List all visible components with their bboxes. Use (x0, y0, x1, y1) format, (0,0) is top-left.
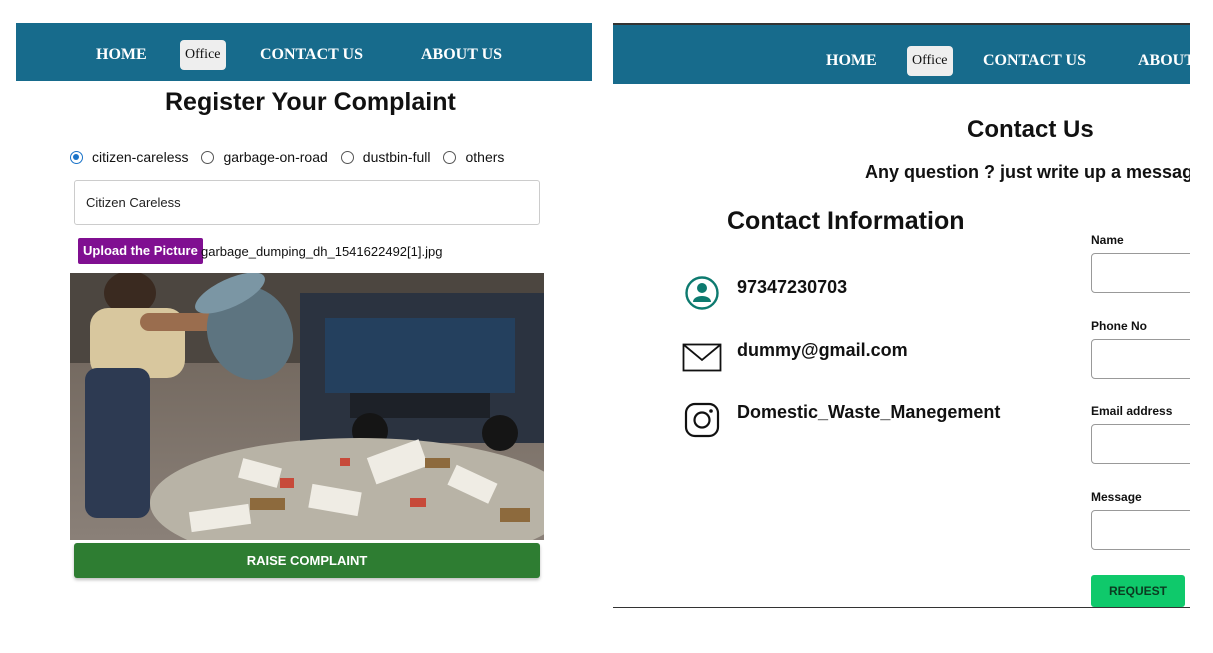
contact-subtitle: Any question ? just write up a message (865, 162, 1190, 182)
mail-icon (682, 343, 722, 372)
nav-office[interactable]: Office (180, 40, 226, 70)
radio-button[interactable] (201, 150, 215, 164)
radio-citizen-careless[interactable]: citizen-careless (70, 149, 188, 165)
person-circle-icon (685, 276, 719, 310)
message-label: Message (1091, 490, 1142, 504)
upload-picture-button[interactable]: Upload the Picture (78, 238, 203, 264)
contact-phone: 97347230703 (737, 277, 848, 297)
radio-dustbin-full[interactable]: dustbin-full (340, 149, 431, 165)
instagram-icon (684, 402, 720, 438)
radio-others[interactable]: others (443, 149, 504, 165)
left-navbar: HOME Office CONTACT US ABOUT US (16, 23, 592, 81)
radio-label: dustbin-full (362, 149, 431, 165)
complaint-input[interactable] (74, 180, 540, 225)
radio-button[interactable] (340, 150, 354, 164)
right-navbar: HOME Office CONTACT US ABOUT (613, 23, 1190, 84)
nav-about-us[interactable]: ABOUT (1138, 52, 1190, 70)
request-button[interactable]: REQUEST (1091, 575, 1185, 607)
nav-home[interactable]: HOME (96, 46, 147, 64)
uploaded-file-name: garbage_dumping_dh_1541622492[1].jpg (201, 244, 443, 259)
phone-field[interactable] (1091, 339, 1190, 379)
email-label: Email address (1091, 404, 1173, 418)
contact-panel: HOME Office CONTACT US ABOUT Contact Us … (613, 23, 1190, 608)
contact-instagram: Domestic_Waste_Manegement (737, 402, 1001, 422)
nav-about-us[interactable]: ABOUT US (421, 46, 502, 64)
nav-contact-us[interactable]: CONTACT US (983, 52, 1086, 70)
radio-label: others (465, 149, 505, 165)
garbage-photo (70, 273, 544, 540)
contact-email: dummy@gmail.com (737, 340, 908, 360)
radio-label: citizen-careless (92, 149, 189, 165)
contact-title: Contact Us (967, 116, 1094, 143)
nav-contact-us[interactable]: CONTACT US (260, 46, 363, 64)
radio-button[interactable] (443, 150, 457, 164)
message-field[interactable] (1091, 510, 1190, 550)
radio-button-checked[interactable] (70, 150, 83, 164)
radio-garbage-on-road[interactable]: garbage-on-road (201, 149, 328, 165)
name-label: Name (1091, 233, 1124, 247)
complaint-type-radio-group: citizen-careless garbage-on-road dustbin… (70, 149, 517, 165)
nav-home[interactable]: HOME (826, 52, 877, 70)
name-field[interactable] (1091, 253, 1190, 293)
complaint-title: Register Your Complaint (165, 88, 456, 116)
contact-info-title: Contact Information (727, 207, 965, 235)
phone-label: Phone No (1091, 319, 1147, 333)
raise-complaint-button[interactable]: RAISE COMPLAINT (74, 543, 540, 578)
radio-label: garbage-on-road (223, 149, 328, 165)
email-field[interactable] (1091, 424, 1190, 464)
nav-office[interactable]: Office (907, 46, 953, 76)
